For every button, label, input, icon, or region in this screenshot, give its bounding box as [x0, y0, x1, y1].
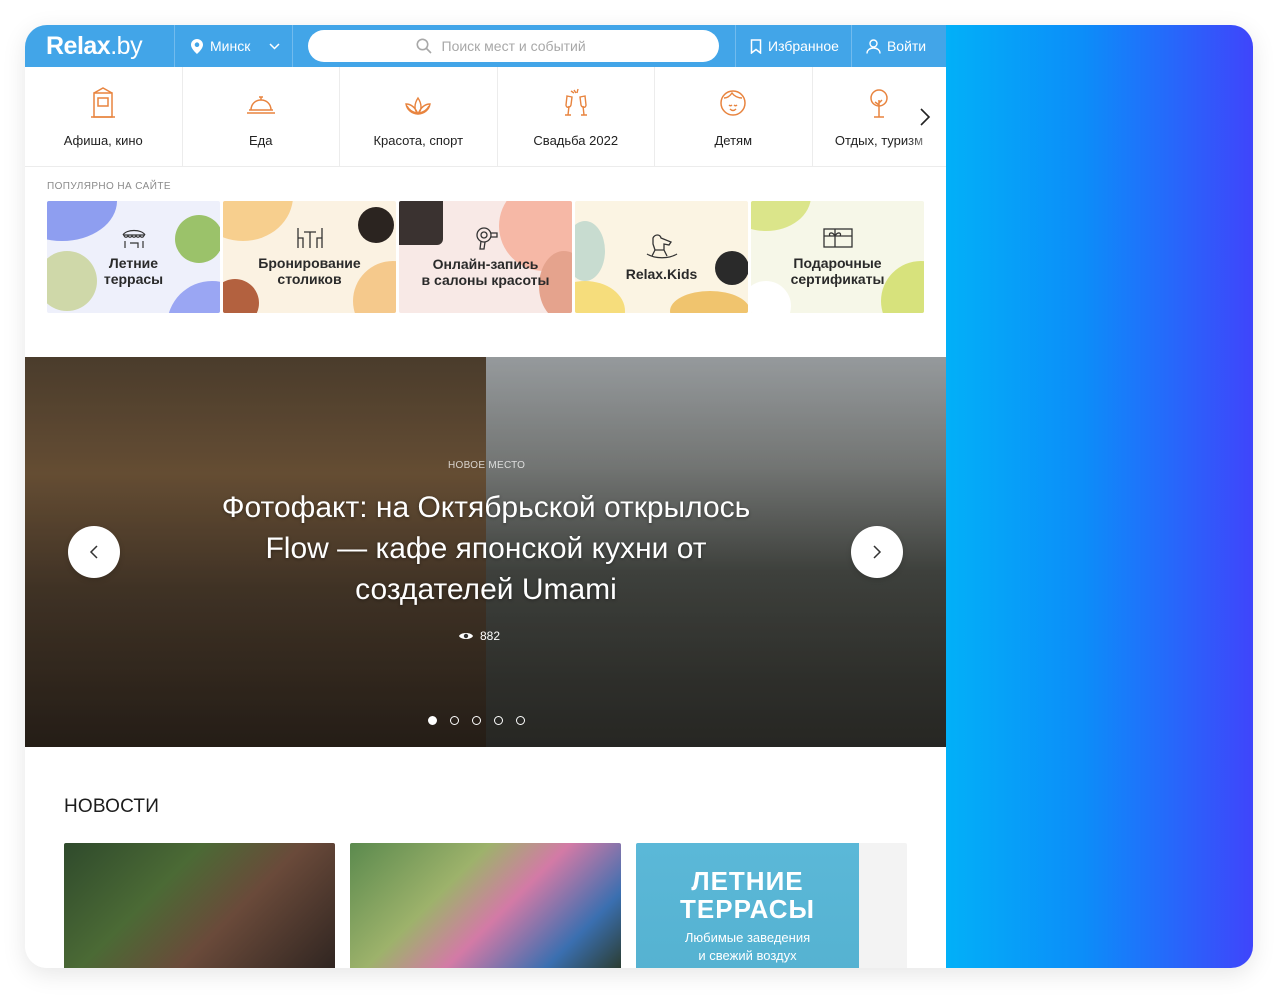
news-card-banner: ЛЕТНИЕ ТЕРРАСЫ Любимые заведения и свежи… [636, 843, 859, 968]
slider-next-button[interactable] [851, 526, 903, 578]
category-label: Афиша, кино [63, 133, 143, 148]
rocking-horse-icon [646, 234, 677, 259]
category-label: Детям [714, 133, 753, 148]
decor-blob [223, 279, 259, 313]
login-label: Войти [886, 38, 927, 54]
logo-text: Relax [46, 31, 111, 60]
decor-blob [175, 215, 220, 263]
category-kids[interactable]: Детям [655, 67, 813, 167]
popular-card-beauty-booking[interactable]: Онлайн-запись в салоны красоты [399, 201, 572, 313]
news-card-summer-terraces[interactable]: ЛЕТНИЕ ТЕРРАСЫ Любимые заведения и свежи… [636, 843, 907, 968]
search-icon [416, 38, 432, 54]
user-icon [866, 38, 881, 54]
popular-section-title: ПОПУЛЯРНО НА САЙТЕ [47, 181, 171, 192]
slider-prev-button[interactable] [68, 526, 120, 578]
relax-page: Relax.by Минск Избранное Войти [25, 25, 946, 968]
popular-card-terraces[interactable]: Летние террасы [47, 201, 220, 313]
slider-dot[interactable] [450, 716, 459, 725]
city-selector[interactable]: Минск [175, 25, 293, 67]
popular-card-label: Летние террасы [103, 255, 164, 287]
news-cards: ЛЕТНИЕ ТЕРРАСЫ Любимые заведения и свежи… [64, 843, 907, 968]
decor-blob [223, 201, 293, 241]
search-box[interactable] [308, 30, 719, 62]
chevron-down-icon [269, 42, 280, 50]
views-count: 882 [480, 629, 501, 643]
hairdryer-icon [475, 227, 498, 250]
category-food[interactable]: Еда [183, 67, 340, 167]
slider-dots [428, 716, 525, 725]
decor-blob [751, 201, 811, 231]
city-name: Минск [210, 38, 251, 54]
chevron-right-icon[interactable] [918, 105, 932, 129]
awning-icon [121, 229, 146, 248]
popular-card-booking[interactable]: Бронирование столиков [223, 201, 396, 313]
decor-blob [670, 291, 748, 313]
category-beauty-sport[interactable]: Красота, спорт [340, 67, 498, 167]
decor-blob [575, 281, 625, 313]
category-wedding[interactable]: Свадьба 2022 [498, 67, 655, 167]
slider-dot[interactable] [494, 716, 503, 725]
site-logo[interactable]: Relax .by [25, 25, 175, 67]
news-card-headline: ЛЕТНИЕ ТЕРРАСЫ [680, 866, 815, 924]
booth-icon [91, 87, 116, 118]
category-bar: Афиша, кино Еда Красота, спорт Свадьба 2… [25, 67, 946, 167]
decor-blob [575, 221, 605, 281]
login-button[interactable]: Войти [850, 25, 938, 67]
tree-icon [870, 89, 888, 118]
slide-kicker: НОВОЕ МЕСТО [448, 460, 526, 471]
decor-blob [751, 281, 791, 313]
logo-suffix: .by [110, 31, 143, 60]
popular-card-gift-certificates[interactable]: Подарочные сертификаты [751, 201, 924, 313]
category-label: Красота, спорт [373, 133, 464, 148]
news-card-photo-festival[interactable] [350, 843, 621, 968]
eye-icon [459, 633, 473, 639]
category-afisha[interactable]: Афиша, кино [25, 67, 183, 167]
slider-dot[interactable] [428, 716, 437, 725]
chevron-right-icon [873, 545, 882, 559]
favorites-label: Избранное [768, 38, 839, 54]
popular-cards: Летние террасы Бронирование столиков Онл… [47, 201, 925, 313]
slide-views: 882 [458, 629, 500, 643]
cloche-icon [246, 96, 275, 114]
slide-title[interactable]: Фотофакт: на Октябрьской открылось Flow … [205, 487, 767, 610]
category-label: Свадьба 2022 [533, 133, 619, 148]
decor-blob [358, 207, 394, 243]
slider-dot[interactable] [516, 716, 525, 725]
lotus-icon [405, 96, 432, 115]
bookmark-icon [750, 38, 762, 54]
popular-card-label: Бронирование столиков [258, 255, 361, 287]
header-actions: Избранное Войти [735, 25, 938, 67]
decor-blob [47, 251, 97, 311]
hero-slider: НОВОЕ МЕСТО Фотофакт: на Октябрьской отк… [25, 357, 946, 747]
slider-dot[interactable] [472, 716, 481, 725]
popular-card-label: Подарочные сертификаты [790, 255, 885, 287]
decor-blob [167, 281, 220, 313]
site-header: Relax.by Минск Избранное Войти [25, 25, 946, 67]
search-input[interactable] [441, 38, 612, 54]
gift-card-icon [822, 228, 853, 248]
side-gradient-panel [946, 25, 1253, 968]
favorites-button[interactable]: Избранное [735, 25, 851, 67]
text-fade [905, 127, 946, 157]
child-face-icon [720, 90, 746, 116]
news-card-subtitle: Любимые заведения и свежий воздух [684, 930, 811, 963]
news-card-photo-ukulele[interactable] [64, 843, 335, 968]
decor-blob [399, 201, 443, 245]
chevron-left-icon [89, 545, 98, 559]
popular-card-relax-kids[interactable]: Relax.Kids [575, 201, 748, 313]
news-section-title: НОВОСТИ [64, 796, 160, 817]
decor-blob [881, 261, 924, 313]
decor-blob [715, 251, 748, 285]
popular-card-label: Relax.Kids [625, 266, 698, 282]
browser-frame: Relax.by Минск Избранное Войти [25, 25, 1253, 968]
decor-blob [47, 201, 117, 241]
popular-card-label: Онлайн-запись в салоны красоты [421, 256, 550, 288]
category-label: Еда [249, 133, 273, 148]
table-chairs-icon [296, 228, 323, 248]
location-pin-icon [191, 38, 203, 54]
champagne-icon [564, 88, 587, 116]
